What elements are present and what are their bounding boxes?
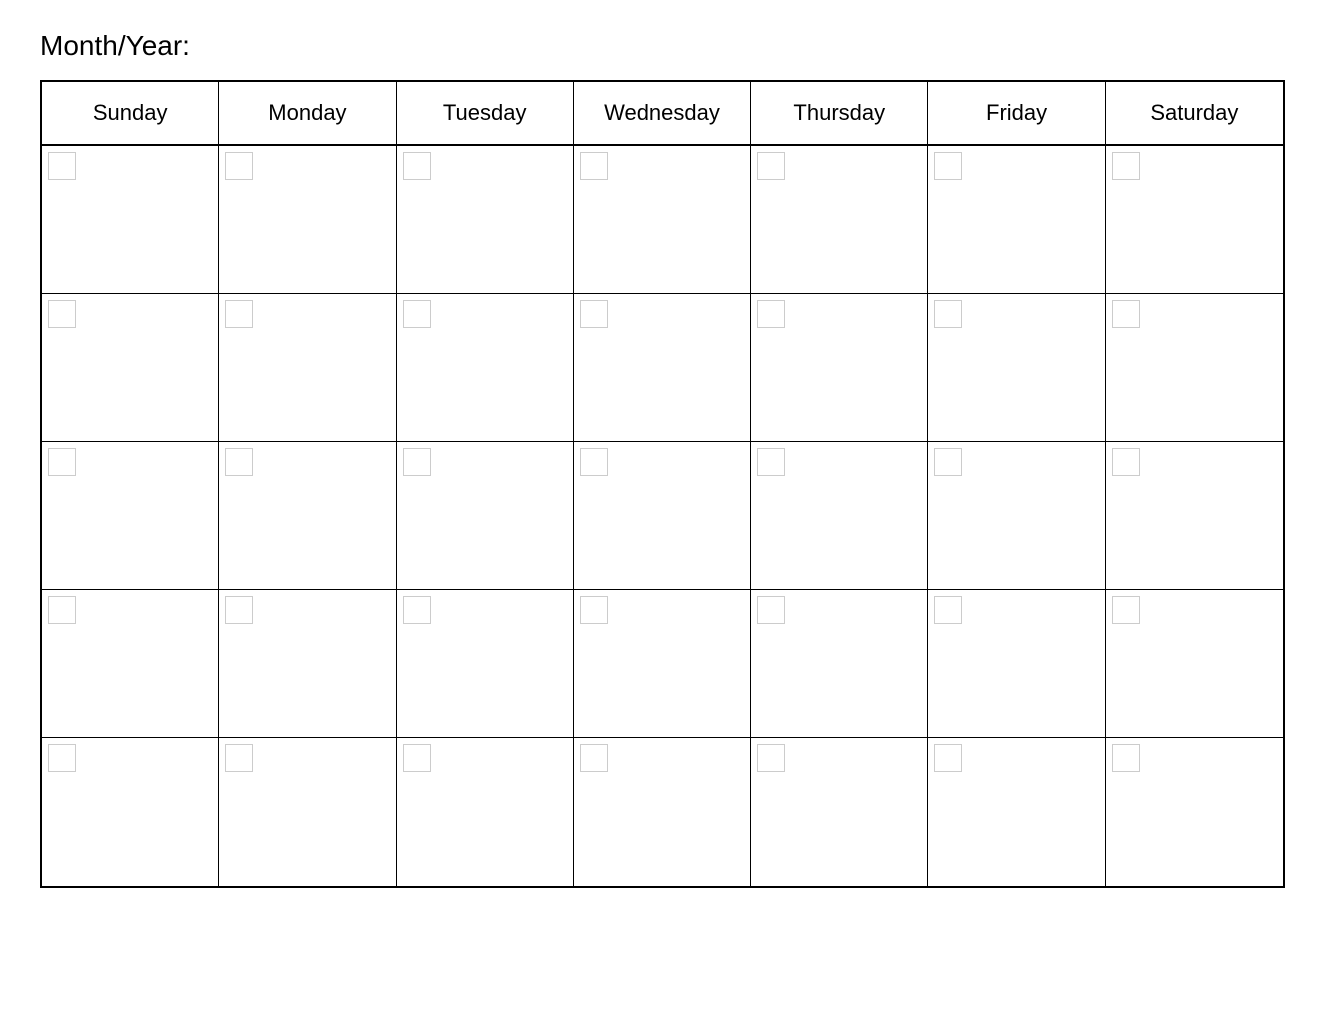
date-box (225, 300, 253, 328)
calendar-cell[interactable] (219, 442, 396, 589)
calendar-cell[interactable] (1106, 590, 1283, 737)
calendar-cell[interactable] (1106, 738, 1283, 886)
date-box (1112, 300, 1140, 328)
calendar-cell[interactable] (751, 590, 928, 737)
date-box (403, 596, 431, 624)
date-box (934, 300, 962, 328)
calendar-cell[interactable] (928, 442, 1105, 589)
date-box (757, 744, 785, 772)
calendar-week-3 (42, 442, 1283, 590)
calendar-cell[interactable] (751, 442, 928, 589)
calendar-week-4 (42, 590, 1283, 738)
calendar-cell[interactable] (219, 590, 396, 737)
date-box (580, 596, 608, 624)
calendar-cell[interactable] (751, 294, 928, 441)
date-box (934, 596, 962, 624)
calendar-cell[interactable] (42, 146, 219, 293)
date-box (934, 448, 962, 476)
calendar-cell[interactable] (574, 442, 751, 589)
calendar-cell[interactable] (928, 294, 1105, 441)
date-box (225, 152, 253, 180)
date-box (580, 744, 608, 772)
date-box (580, 300, 608, 328)
calendar-cell[interactable] (219, 294, 396, 441)
day-thursday: Thursday (751, 82, 928, 144)
calendar-cell[interactable] (751, 738, 928, 886)
calendar-cell[interactable] (219, 146, 396, 293)
date-box (48, 596, 76, 624)
calendar-week-5 (42, 738, 1283, 886)
calendar-cell[interactable] (397, 590, 574, 737)
calendar-week-2 (42, 294, 1283, 442)
calendar-cell[interactable] (1106, 146, 1283, 293)
date-box (580, 152, 608, 180)
date-box (225, 744, 253, 772)
day-monday: Monday (219, 82, 396, 144)
calendar-cell[interactable] (928, 738, 1105, 886)
date-box (48, 448, 76, 476)
calendar-cell[interactable] (928, 590, 1105, 737)
date-box (757, 152, 785, 180)
calendar-cell[interactable] (751, 146, 928, 293)
day-sunday: Sunday (42, 82, 219, 144)
date-box (1112, 448, 1140, 476)
date-box (757, 448, 785, 476)
calendar-week-1 (42, 146, 1283, 294)
date-box (1112, 152, 1140, 180)
calendar-cell[interactable] (397, 294, 574, 441)
calendar-cell[interactable] (42, 738, 219, 886)
calendar-header: Sunday Monday Tuesday Wednesday Thursday… (42, 82, 1283, 146)
day-friday: Friday (928, 82, 1105, 144)
calendar-cell[interactable] (574, 146, 751, 293)
date-box (934, 152, 962, 180)
calendar-container: Sunday Monday Tuesday Wednesday Thursday… (40, 80, 1285, 888)
calendar-cell[interactable] (1106, 294, 1283, 441)
date-box (580, 448, 608, 476)
date-box (1112, 596, 1140, 624)
calendar-cell[interactable] (1106, 442, 1283, 589)
calendar-cell[interactable] (574, 738, 751, 886)
calendar-body (42, 146, 1283, 886)
calendar-cell[interactable] (928, 146, 1105, 293)
calendar-cell[interactable] (42, 294, 219, 441)
date-box (225, 448, 253, 476)
date-box (403, 744, 431, 772)
month-year-label: Month/Year: (40, 30, 1285, 62)
date-box (403, 152, 431, 180)
date-box (757, 596, 785, 624)
date-box (1112, 744, 1140, 772)
date-box (48, 300, 76, 328)
calendar-cell[interactable] (219, 738, 396, 886)
calendar-cell[interactable] (397, 442, 574, 589)
calendar-cell[interactable] (397, 146, 574, 293)
date-box (934, 744, 962, 772)
calendar-cell[interactable] (397, 738, 574, 886)
date-box (225, 596, 253, 624)
day-wednesday: Wednesday (574, 82, 751, 144)
calendar-cell[interactable] (42, 590, 219, 737)
calendar-cell[interactable] (574, 590, 751, 737)
date-box (48, 152, 76, 180)
day-tuesday: Tuesday (397, 82, 574, 144)
calendar-cell[interactable] (42, 442, 219, 589)
date-box (48, 744, 76, 772)
date-box (757, 300, 785, 328)
date-box (403, 448, 431, 476)
calendar-cell[interactable] (574, 294, 751, 441)
day-saturday: Saturday (1106, 82, 1283, 144)
date-box (403, 300, 431, 328)
